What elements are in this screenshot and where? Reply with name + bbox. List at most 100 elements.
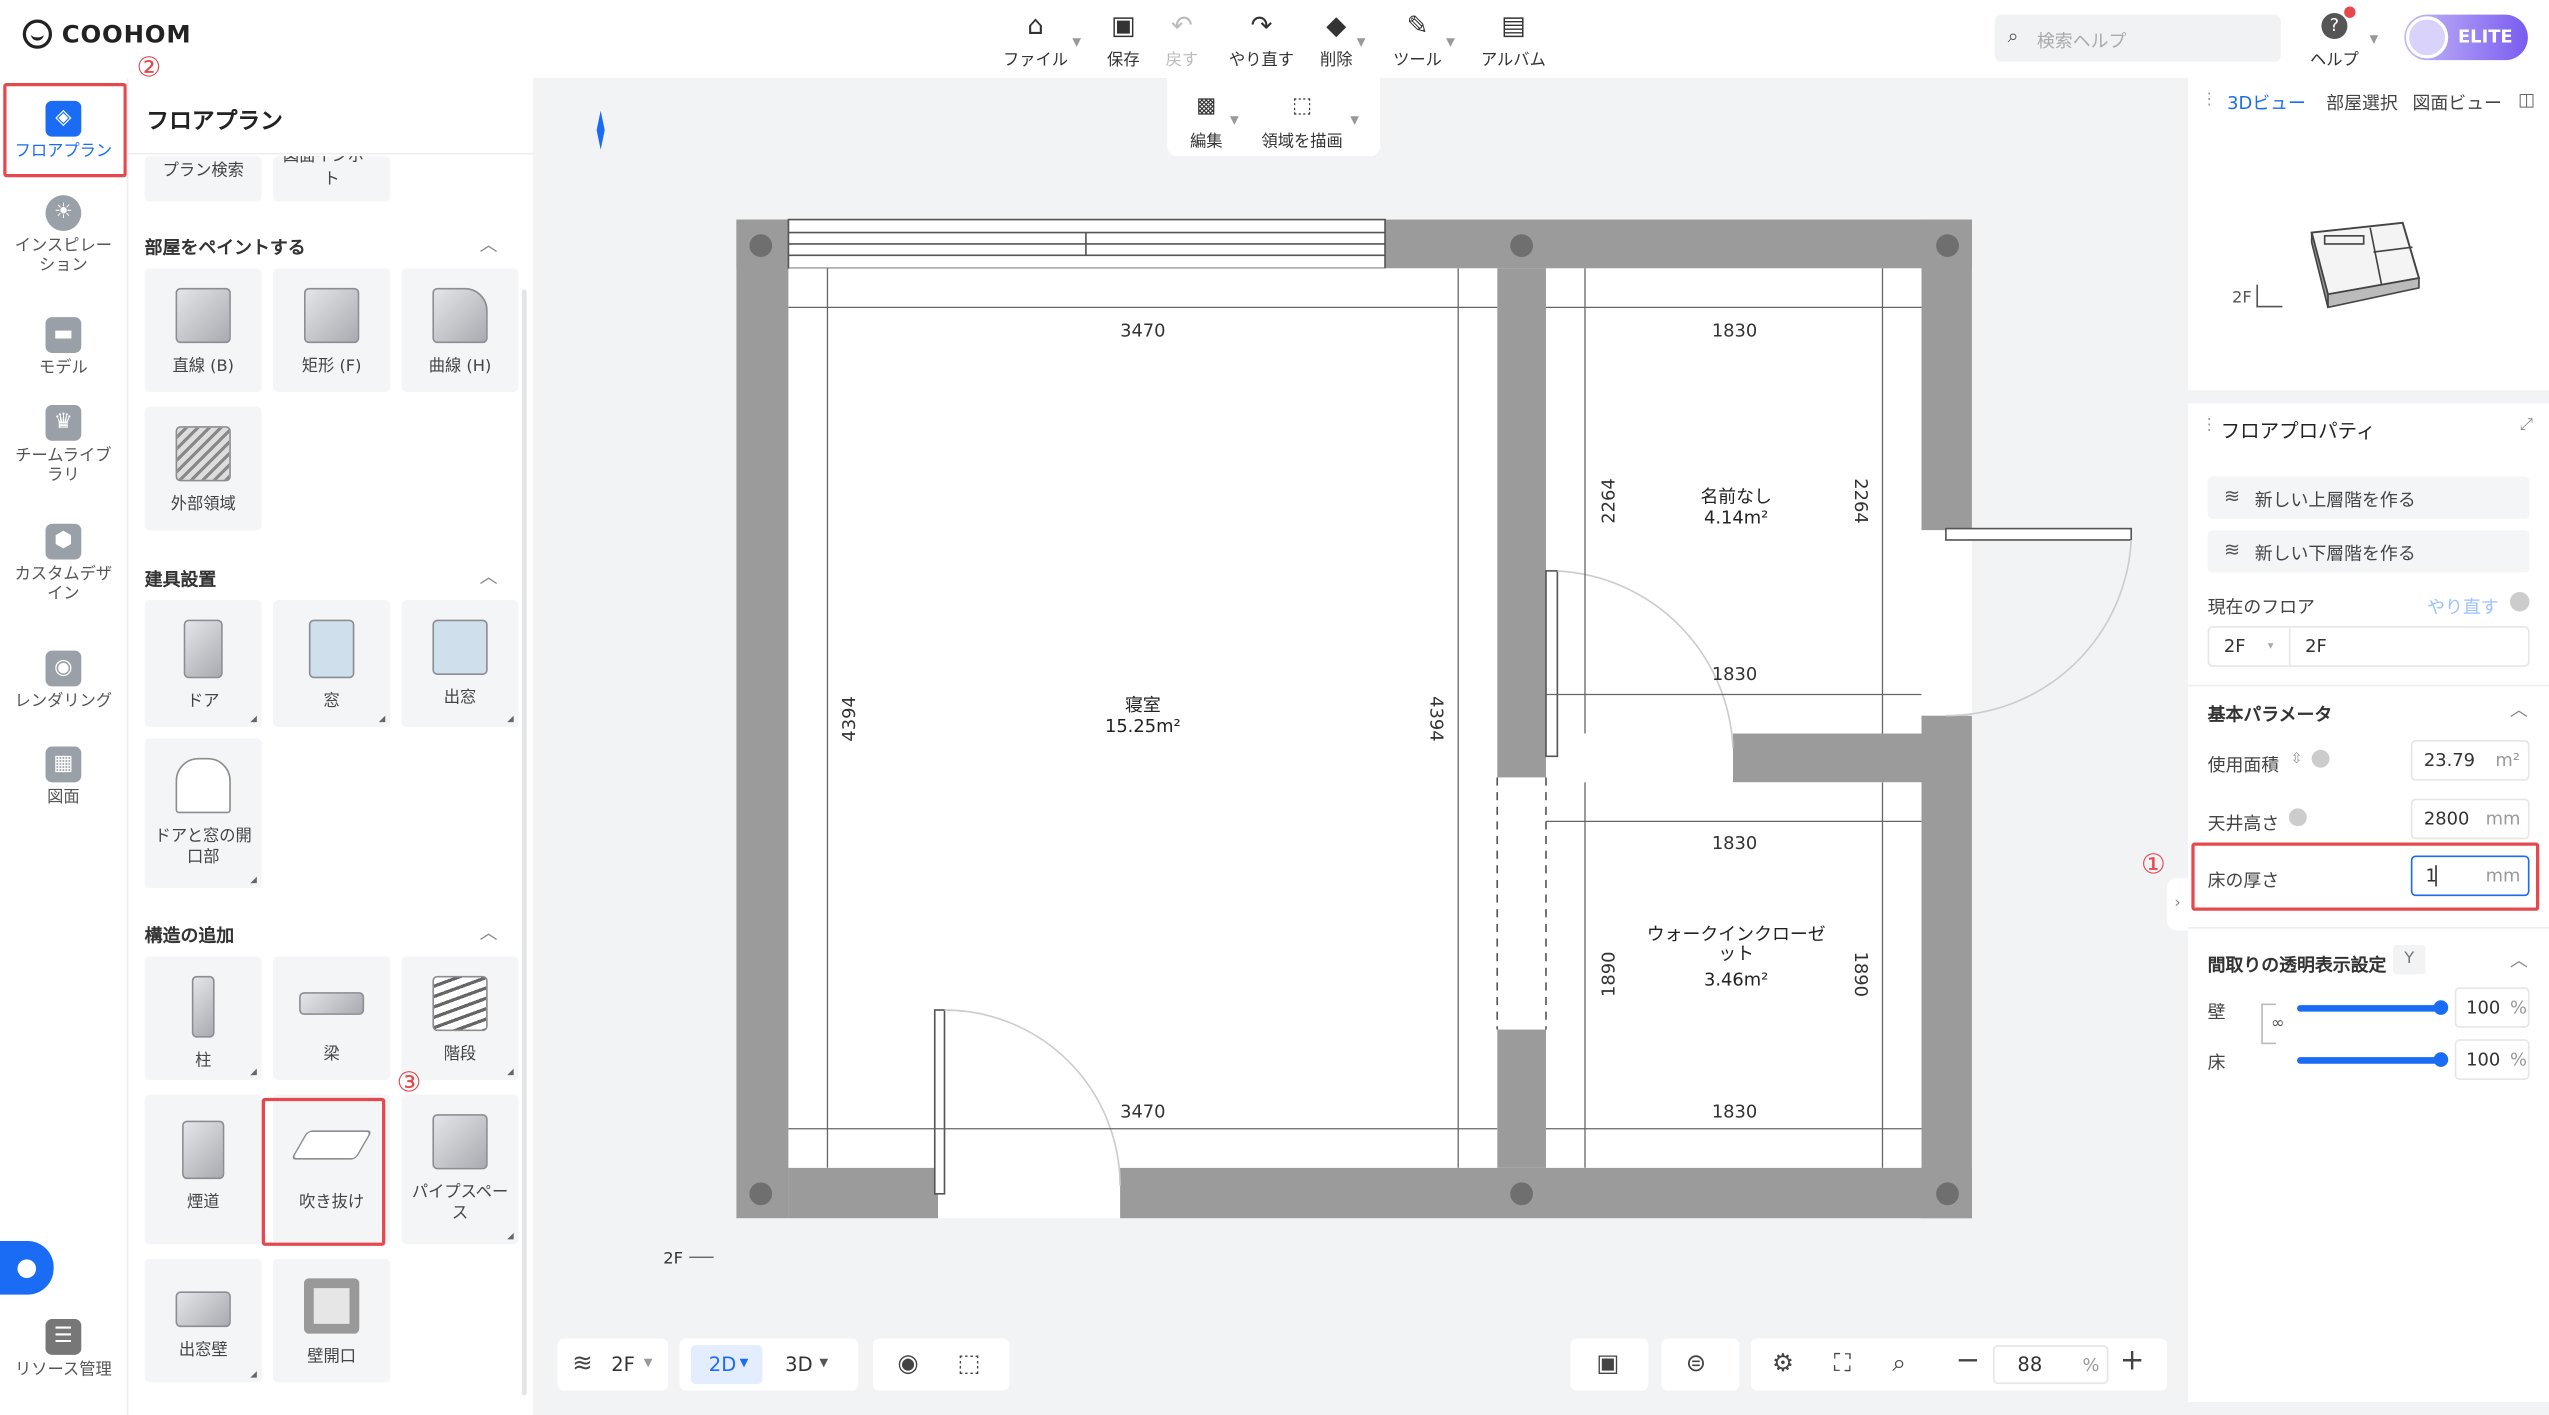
dim-wic-left: 1890 xyxy=(1598,951,1619,997)
ceiling-input[interactable]: 2800 mm xyxy=(2410,798,2530,840)
zoom-value: 88 xyxy=(2017,1353,2043,1376)
add-layer-icon: ≋ xyxy=(2223,538,2241,562)
floor-selector-label: 2F xyxy=(611,1353,635,1376)
toggle-settings-button[interactable]: ⊜ xyxy=(1661,1338,1740,1391)
annotation-one: ① xyxy=(2140,849,2166,882)
dim-bed-left: 4394 xyxy=(839,696,860,742)
area-unit: m² xyxy=(2495,749,2520,771)
dim-room2-bottom: 1830 xyxy=(1712,664,1757,685)
tab-room-select[interactable]: 部屋選択 xyxy=(2326,89,2398,115)
room-area-bedroom: 15.25m² xyxy=(1105,716,1181,737)
wall-opacity-value: 100 xyxy=(2466,997,2501,1019)
room-name-walk-in-closet[interactable]: ウォークインクローゼット xyxy=(1639,925,1834,964)
new-upper-floor-button[interactable]: ≋ 新しい上層階を作る xyxy=(2207,476,2530,519)
shortcut-key: Y xyxy=(2392,944,2426,975)
lock-button[interactable]: ▣ xyxy=(1570,1338,1649,1391)
view-settings-icon[interactable]: ⚙ xyxy=(1772,1348,1794,1377)
dim-room2-left: 2264 xyxy=(1598,478,1619,524)
current-floor-label: 現在のフロア xyxy=(2207,596,2315,619)
chevron-down-icon: ▾ xyxy=(2267,639,2274,653)
wall-slider-fill xyxy=(2297,1005,2442,1012)
floor-select[interactable]: 2F ▾ xyxy=(2209,627,2291,666)
expand-icon[interactable]: ⤢ xyxy=(2520,416,2533,434)
mode-3d-button[interactable]: 3D ▼ xyxy=(772,1345,844,1384)
tab-drawing-view[interactable]: 図面ビュー xyxy=(2412,89,2501,115)
add-layer-icon: ≋ xyxy=(2223,484,2241,508)
wall-south-left xyxy=(788,1167,938,1219)
floor-opacity-value: 100 xyxy=(2466,1049,2501,1071)
button-label: 新しい下層階を作る xyxy=(2254,543,2416,565)
floor-marker: 2F xyxy=(663,1249,683,1268)
area-input[interactable]: 23.79 m² xyxy=(2410,740,2530,781)
dim-room2-top: 1830 xyxy=(1712,321,1757,342)
dim-wic-top: 1830 xyxy=(1712,833,1757,854)
fit-screen-icon[interactable]: ⛶ xyxy=(1834,1348,1851,1377)
collapse-panel-button[interactable]: › xyxy=(2166,878,2189,931)
panel-title: フロアプロパティ xyxy=(2220,419,2376,443)
highlight-box xyxy=(2191,842,2540,911)
mode-2d-label: 2D xyxy=(708,1353,737,1376)
eye-icon[interactable]: ◉ xyxy=(897,1348,918,1377)
floor-select-value: 2F xyxy=(2223,635,2246,658)
mini-3d-model[interactable] xyxy=(2305,216,2422,314)
view-controls: ⚙ ⛶ ⌕ − 88 % + xyxy=(1750,1338,2167,1391)
wall-label: 壁 xyxy=(2207,1001,2226,1024)
chevron-up-icon[interactable]: ︿ xyxy=(2510,947,2528,973)
wall-north-right xyxy=(1385,219,1972,269)
mini-floor-marker xyxy=(2256,284,2283,308)
window-north xyxy=(787,218,1386,270)
area-value: 23.79 xyxy=(2423,749,2476,771)
area-label: 使用面積 xyxy=(2207,754,2280,776)
wall-east-lower xyxy=(1921,715,1972,1219)
layers-icon: ≋ xyxy=(572,1348,593,1378)
cube-icon[interactable]: ⬚ xyxy=(958,1348,981,1377)
floor-slider-knob[interactable] xyxy=(2433,1052,2449,1067)
floor-slider-fill xyxy=(2297,1057,2442,1064)
floor-opacity-input[interactable]: 100 % xyxy=(2454,1039,2530,1080)
room-name-bedroom[interactable]: 寝室 xyxy=(1125,695,1161,716)
lock-icon: ▣ xyxy=(1596,1348,1620,1378)
section-basic-params: 基本パラメータ xyxy=(2207,704,2333,726)
wall-slider-knob[interactable] xyxy=(2433,1000,2449,1015)
screen: COOHOM ⌂ ファイル ▼ ▣ 保存 ↶ 戻す ↷ やり直す ◆ 削除 ▼ … xyxy=(0,0,2549,1415)
zoom-search-icon[interactable]: ⌕ xyxy=(1892,1348,1906,1377)
floor-slider-track[interactable] xyxy=(2297,1052,2449,1067)
wall-opacity-unit: % xyxy=(2509,997,2527,1019)
redo-link[interactable]: やり直す xyxy=(2427,594,2499,620)
dim-wic-bottom: 1830 xyxy=(1712,1101,1757,1122)
room-name-walk-in-closet-wrap: ウォークインクローゼット xyxy=(1639,925,1834,964)
zoom-out-icon[interactable]: − xyxy=(1956,1343,1981,1377)
mode-2d-button[interactable]: 2D ▼ xyxy=(690,1345,763,1385)
ceiling-label: 天井高さ xyxy=(2207,813,2280,835)
tab-3d-view[interactable]: 3Dビュー xyxy=(2227,89,2306,115)
room-name-unnamed[interactable]: 名前なし xyxy=(1700,487,1771,508)
expand-icon[interactable]: ◫ xyxy=(2518,89,2535,110)
room-area-unnamed: 4.14m² xyxy=(1704,508,1768,529)
sort-icon[interactable]: ⇳ xyxy=(2291,751,2303,767)
room-area-walk-in-closet: 3.46m² xyxy=(1704,970,1768,991)
link-icon[interactable]: ∞ xyxy=(2271,1014,2285,1033)
chevron-up-icon[interactable]: ︿ xyxy=(2510,696,2528,722)
drag-handle-icon[interactable]: ⋮ xyxy=(2201,91,2217,109)
drag-handle-icon[interactable]: ⋮ xyxy=(2201,416,2217,434)
dim-bed-bottom: 3470 xyxy=(1120,1101,1165,1122)
floorplan-drawing[interactable]: 3470 3470 4394 4394 1830 1830 2264 2264 … xyxy=(0,0,2549,1415)
dim-bed-right: 4394 xyxy=(1426,696,1447,742)
new-lower-floor-button[interactable]: ≋ 新しい下層階を作る xyxy=(2207,530,2530,573)
divider xyxy=(2188,684,2549,687)
divider xyxy=(2188,927,2549,929)
chevron-down-icon: ▼ xyxy=(739,1356,749,1370)
dim-room2-right: 2264 xyxy=(1850,478,1871,524)
clock-icon xyxy=(2509,592,2530,612)
floor-name-input[interactable]: 2F xyxy=(2305,636,2327,657)
wall-opacity-input[interactable]: 100 % xyxy=(2454,987,2530,1028)
button-label: 新しい上層階を作る xyxy=(2254,489,2416,511)
mini-floor-label: 2F xyxy=(2232,289,2252,308)
toggle-icon: ⊜ xyxy=(1685,1348,1707,1378)
zoom-in-icon[interactable]: + xyxy=(2120,1343,2145,1377)
wall-slider-track[interactable] xyxy=(2297,1000,2449,1015)
zoom-input[interactable]: 88 % xyxy=(1993,1345,2109,1385)
info-icon xyxy=(2311,749,2330,768)
floor-selector[interactable]: ≋ 2F ▼ xyxy=(557,1338,669,1391)
view-mode-toggle: 2D ▼ 3D ▼ xyxy=(679,1338,859,1391)
